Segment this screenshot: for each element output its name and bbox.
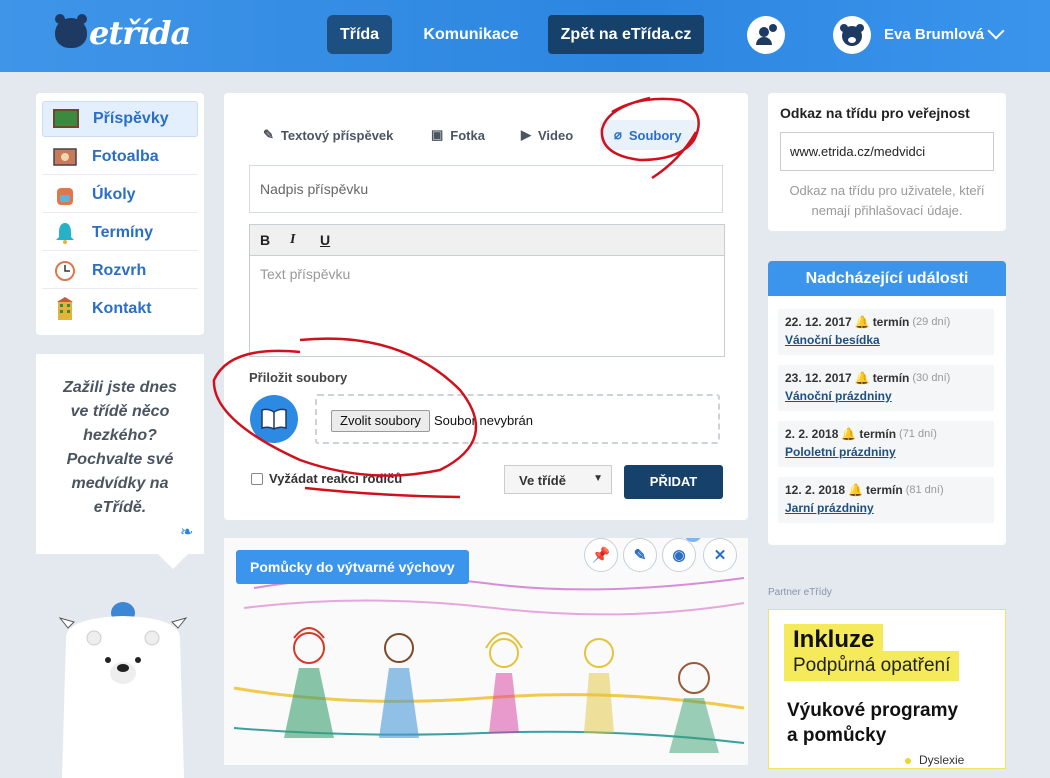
motivation-quote: Zažili jste dnes ve třídě něco hezkého? … <box>36 354 204 554</box>
upcoming-events-panel: Nadcházející události 22. 12. 2017 🔔 termí… <box>768 261 1006 545</box>
event-item: 22. 12. 2017 🔔 termín (29 dní) Vánoční besí… <box>778 309 994 355</box>
speech-bubble-tail <box>158 554 188 569</box>
event-link[interactable]: Vánoční besídka <box>785 333 987 347</box>
pencil-icon[interactable]: ✎ <box>623 538 657 572</box>
bear-logo-icon <box>55 14 87 48</box>
bullet-icon <box>905 758 911 764</box>
event-item: 12. 2. 2018 🔔 termín (81 dní) Jarní prázdni… <box>778 477 994 523</box>
sidebar-item-label: Příspěvky <box>93 110 169 127</box>
event-item: 2. 2. 2018 🔔 termín (71 dní) Pololetní práz… <box>778 421 994 467</box>
bold-button[interactable]: B <box>260 232 290 248</box>
add-post-button[interactable]: PŘIDAT <box>624 465 723 499</box>
sidebar-item-label: Fotoalba <box>92 147 159 165</box>
public-link-panel: Odkaz na třídu pro veřejnost www.etrida.… <box>768 93 1006 231</box>
event-link[interactable]: Pololetní prázdniny <box>785 445 987 459</box>
post-title-input[interactable]: Nadpis příspěvku <box>249 165 723 213</box>
post-title-tag[interactable]: Pomůcky do výtvarné výchovy <box>236 550 469 584</box>
sidebar-item-rozvrh[interactable]: Rozvrh <box>42 253 198 289</box>
file-status: Soubor nevybrán <box>434 413 534 428</box>
video-icon: ▶ <box>521 127 531 142</box>
nav-komunikace-button[interactable]: Komunikace <box>412 15 530 54</box>
public-link-title: Odkaz na třídu pro veřejnost <box>780 105 970 121</box>
sidebar-item-label: Rozvrh <box>92 261 147 279</box>
public-link-note: Odkaz na třídu pro uživatele, kteří nema… <box>789 183 985 218</box>
sidebar-item-label: Kontakt <box>92 300 152 317</box>
backpack-icon <box>52 184 78 206</box>
tab-text-post[interactable]: ✎ Textový příspěvek <box>263 120 393 150</box>
photo-icon: ▣ <box>431 127 444 142</box>
feed-post: Pomůcky do výtvarné výchovy 📌 ✎ ◉ V ✕ <box>224 538 748 765</box>
audience-select[interactable]: Ve třídě ▼ <box>504 465 612 494</box>
profile-switch-icon[interactable] <box>747 16 785 54</box>
polar-bear-mascot <box>58 602 188 778</box>
editor-toolbar: B I U <box>250 225 724 256</box>
sidebar-item-ukoly[interactable]: Úkoly <box>42 177 198 213</box>
post-text-editor: B I U Text příspěvku <box>249 224 725 357</box>
user-avatar[interactable] <box>833 16 871 54</box>
tab-video[interactable]: ▶ Video <box>521 120 573 150</box>
nav-trida-button[interactable]: Třída <box>327 15 392 54</box>
chevron-down-icon[interactable] <box>987 22 1005 40</box>
top-header: etřída Třída Komunikace Zpět na eTřída.c… <box>0 0 1050 72</box>
chalkboard-icon <box>53 108 79 130</box>
dropdown-arrow-icon: ▼ <box>593 473 603 484</box>
edit-icon: ✎ <box>263 127 274 142</box>
pin-icon[interactable]: 📌 <box>584 538 618 572</box>
nav-back-button[interactable]: Zpět na eTřída.cz <box>548 15 704 54</box>
sidebar-item-kontakt[interactable]: Kontakt <box>42 291 198 327</box>
sidebar-item-label: Termíny <box>92 223 154 241</box>
ad-subtitle: Podpůrná opatření <box>784 651 960 681</box>
events-title: Nadcházející události <box>768 261 1006 296</box>
book-icon <box>250 395 298 443</box>
close-icon[interactable]: ✕ <box>703 538 737 572</box>
sidebar-item-prispevky[interactable]: Příspěvky <box>42 101 198 137</box>
partner-ad[interactable]: Inkluze Podpůrná opatření Výukové progra… <box>768 609 1006 769</box>
user-name[interactable]: Eva Brumlová <box>884 26 984 43</box>
etrida-logo[interactable]: etřída <box>55 14 191 52</box>
sidebar-nav: Příspěvky Fotoalba Úkoly Termíny Rozvrh … <box>36 93 204 335</box>
tab-files[interactable]: ⌀ Soubory <box>600 120 696 150</box>
partner-label: Partner eTřídy <box>768 587 832 598</box>
post-text-area[interactable]: Text příspěvku <box>250 256 724 292</box>
paw-icon: ❧ <box>180 524 194 541</box>
italic-button[interactable]: I <box>290 232 320 248</box>
attach-files-label: Přiložit soubory <box>249 370 348 385</box>
logo-text: etřída <box>89 14 191 52</box>
event-item: 23. 12. 2017 🔔 termín (30 dní) Vánoční práz… <box>778 365 994 411</box>
sidebar-item-fotoalba[interactable]: Fotoalba <box>42 139 198 175</box>
bell-icon: 🔔 <box>848 483 864 497</box>
bell-icon: 🔔 <box>854 371 870 385</box>
file-dropzone[interactable]: Zvolit soubory Soubor nevybrán <box>315 394 720 444</box>
photo-album-icon <box>52 146 78 168</box>
clock-icon <box>52 260 78 282</box>
choose-files-button[interactable]: Zvolit soubory <box>331 410 430 432</box>
public-link-url-field[interactable]: www.etrida.cz/medvidci <box>780 132 994 171</box>
eye-icon[interactable]: ◉ <box>662 538 696 572</box>
bell-icon: 🔔 <box>841 427 857 441</box>
paperclip-icon: ⌀ <box>614 127 622 142</box>
event-link[interactable]: Vánoční prázdniny <box>785 389 987 403</box>
tab-photo[interactable]: ▣ Fotka <box>431 120 485 150</box>
sidebar-item-terminy[interactable]: Termíny <box>42 215 198 251</box>
building-icon <box>52 297 78 320</box>
sidebar-item-label: Úkoly <box>92 185 136 203</box>
post-composer: ✎ Textový příspěvek ▣ Fotka ▶ Video ⌀ So… <box>224 93 748 520</box>
request-reaction-label[interactable]: Vyžádat reakci rodičů <box>269 471 402 486</box>
underline-button[interactable]: U <box>320 232 350 248</box>
bell-icon: 🔔 <box>854 315 870 329</box>
event-link[interactable]: Jarní prázdniny <box>785 501 987 515</box>
ad-body: Výukové programy a pomůcky <box>787 700 959 746</box>
request-reaction-checkbox[interactable] <box>251 473 263 485</box>
bell-icon <box>52 222 78 244</box>
